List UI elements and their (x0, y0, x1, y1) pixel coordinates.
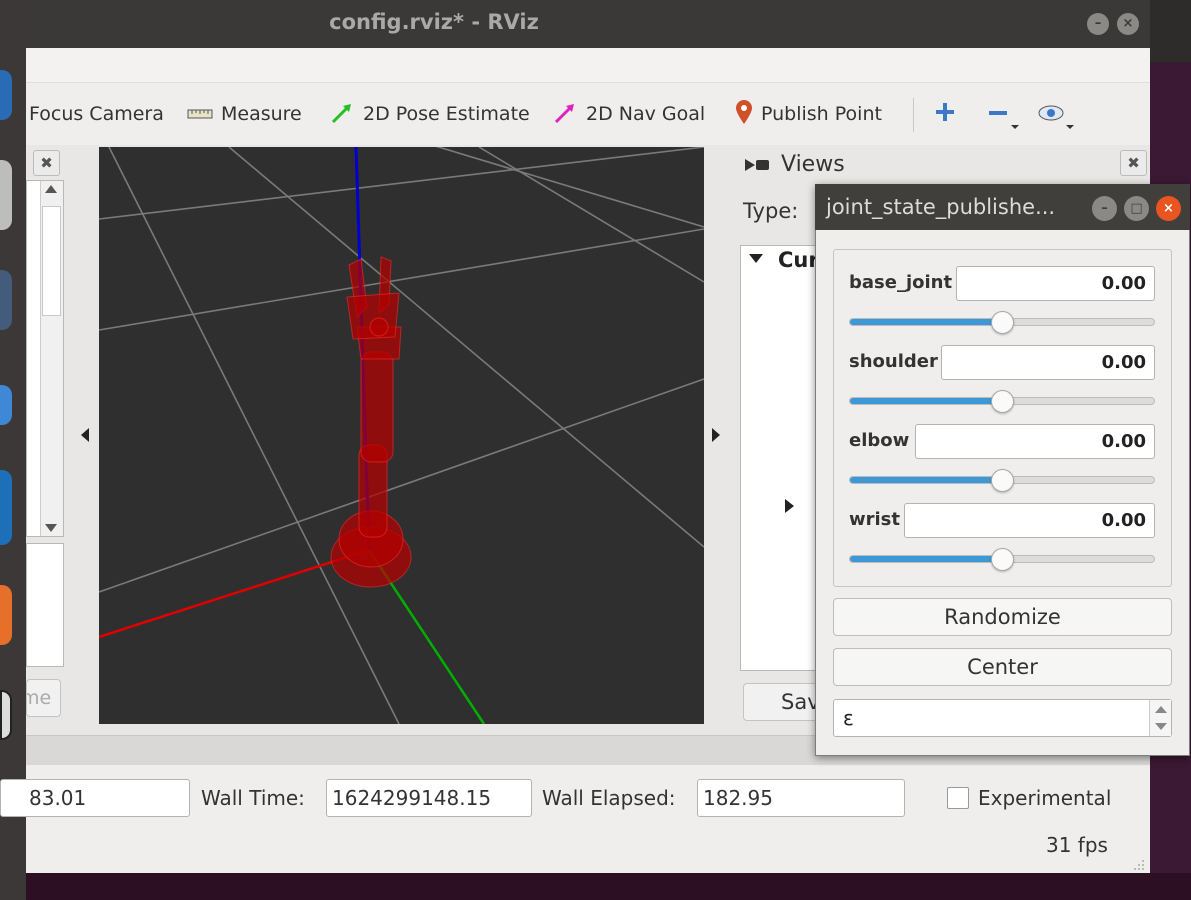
toolbar-separator (913, 98, 914, 132)
spin-up-icon[interactable] (1155, 706, 1167, 713)
properties-area (26, 543, 64, 667)
ros-elapsed-field[interactable]: 83.01 (0, 779, 190, 817)
3d-scene (99, 147, 704, 724)
nav-goal-tool[interactable]: 2D Nav Goal (554, 96, 705, 132)
measure-label: Measure (221, 103, 302, 125)
scroll-down-icon[interactable] (45, 524, 57, 532)
spinbox-field[interactable]: ε (833, 699, 1172, 737)
collapse-left-icon[interactable] (81, 428, 89, 442)
maximize-icon[interactable]: □ (1124, 196, 1149, 221)
publish-point-label: Publish Point (761, 103, 882, 125)
expanded-arrow-icon[interactable] (749, 254, 763, 263)
desktop-background (1150, 0, 1191, 62)
joint-name-label: wrist (849, 509, 900, 530)
joint-name-label: shoulder (849, 351, 938, 372)
add-tool-icon[interactable] (934, 101, 956, 127)
joint-value-field[interactable]: 0.00 (904, 503, 1155, 538)
joint-value-field[interactable]: 0.00 (915, 424, 1155, 459)
focus-camera-tool[interactable]: Focus Camera (0, 96, 164, 132)
focus-camera-icon (0, 104, 20, 124)
x-axis (99, 548, 370, 639)
time-panel (26, 765, 1150, 873)
collapsed-arrow-icon[interactable] (785, 499, 794, 513)
focus-camera-label: Focus Camera (29, 103, 164, 125)
publish-point-tool[interactable]: Publish Point (735, 96, 882, 132)
rename-button[interactable]: me (26, 679, 61, 717)
joint-name-label: base_joint (849, 272, 953, 293)
3d-viewport[interactable] (99, 147, 704, 724)
eye-icon[interactable] (1038, 101, 1078, 135)
ruler-icon (187, 103, 213, 125)
collapse-right-icon[interactable] (712, 428, 720, 442)
close-icon[interactable]: × (1156, 196, 1181, 221)
slider-handle[interactable] (990, 548, 1014, 571)
center-button[interactable]: Center (833, 648, 1172, 686)
measure-tool[interactable]: Measure (187, 96, 302, 132)
experimental-label: Experimental (978, 786, 1112, 810)
slider-fill (850, 319, 1002, 325)
magenta-arrow-icon (554, 100, 578, 129)
menu-bar (26, 48, 1150, 83)
wall-time-label: Wall Time: (201, 786, 305, 810)
minimize-icon[interactable]: – (1087, 13, 1109, 35)
launcher-app-icon[interactable] (0, 270, 12, 330)
views-panel-icon (743, 156, 771, 178)
joint-state-publisher-title: joint_state_publishe... (826, 195, 1056, 219)
launcher-app-icon[interactable] (0, 385, 12, 425)
randomize-button[interactable]: Randomize (833, 598, 1172, 636)
slider-fill (850, 477, 1002, 483)
spinbox-arrows[interactable] (1149, 700, 1171, 736)
current-view-label[interactable]: Cur (778, 248, 819, 272)
window-title: config.rviz* - RViz (329, 10, 539, 34)
ground-grid (99, 147, 704, 724)
scroll-up-icon[interactable] (45, 185, 57, 193)
spin-down-icon[interactable] (1155, 723, 1167, 730)
launcher-app-icon[interactable] (0, 585, 12, 645)
launcher-app-icon[interactable] (0, 160, 12, 230)
pose-estimate-tool[interactable]: 2D Pose Estimate (331, 96, 530, 132)
experimental-checkbox[interactable] (947, 787, 969, 809)
close-icon[interactable]: × (1117, 13, 1139, 35)
joint-value-field[interactable]: 0.00 (941, 345, 1155, 380)
view-type-label: Type: (743, 199, 799, 223)
slider-fill (850, 398, 1002, 404)
slider-handle[interactable] (990, 311, 1014, 334)
slider-fill (850, 556, 1002, 562)
wall-time-field[interactable]: 1624299148.15 (326, 779, 532, 817)
views-panel-title: Views (781, 152, 845, 177)
scrollbar-thumb[interactable] (42, 206, 61, 316)
remove-tool-icon[interactable] (987, 101, 1021, 135)
fps-readout: 31 fps (1046, 833, 1108, 857)
close-icon[interactable]: ✖ (1120, 150, 1147, 176)
wall-elapsed-label: Wall Elapsed: (542, 786, 676, 810)
pose-estimate-label: 2D Pose Estimate (363, 103, 530, 125)
close-icon[interactable]: ✖ (33, 150, 60, 176)
slider-handle[interactable] (990, 390, 1014, 413)
launcher-app-icon[interactable] (0, 690, 12, 740)
joint-name-label: elbow (849, 430, 910, 451)
joint-value-field[interactable]: 0.00 (956, 266, 1155, 301)
map-pin-icon (735, 99, 753, 130)
green-arrow-icon (331, 100, 355, 129)
minimize-icon[interactable]: – (1092, 196, 1117, 221)
launcher-bar (0, 0, 26, 900)
robot-arm-model (330, 256, 412, 588)
desktop-background (26, 873, 1191, 900)
launcher-app-icon[interactable] (0, 470, 12, 545)
slider-handle[interactable] (990, 469, 1014, 492)
nav-goal-label: 2D Nav Goal (586, 103, 706, 125)
wall-elapsed-field[interactable]: 182.95 (697, 779, 905, 817)
